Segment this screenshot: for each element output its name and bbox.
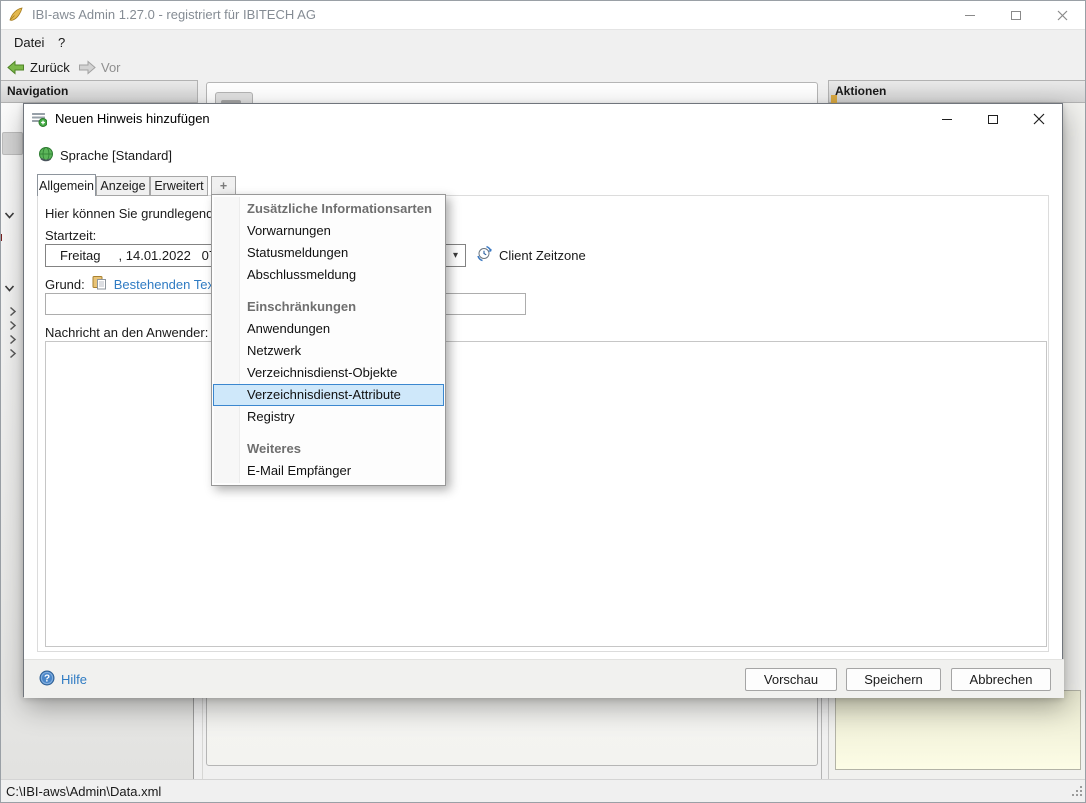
close-icon xyxy=(1057,10,1068,21)
help-icon: ? xyxy=(39,670,55,689)
back-arrow-icon xyxy=(7,60,25,75)
menu-items: Zusätzliche InformationsartenVorwarnunge… xyxy=(213,198,444,482)
forward-arrow-icon xyxy=(78,60,96,75)
menu-item-help[interactable]: ? xyxy=(58,30,65,55)
navigation-panel-header: Navigation xyxy=(0,80,198,103)
resize-grip-icon[interactable] xyxy=(1072,785,1083,800)
chevron-right-icon[interactable] xyxy=(7,347,18,362)
minimize-icon xyxy=(942,119,952,120)
add-tab-button[interactable]: + xyxy=(211,176,236,196)
message-label: Nachricht an den Anwender: xyxy=(45,325,208,340)
dialog-title: Neuen Hinweis hinzufügen xyxy=(55,104,210,134)
timezone-clock-icon xyxy=(476,245,493,265)
language-selector[interactable]: Sprache [Standard] xyxy=(38,146,172,165)
menu-group-header: Einschränkungen xyxy=(213,296,444,318)
statusbar-path: C:\IBI-aws\Admin\Data.xml xyxy=(6,780,161,803)
menu-group-header: Zusätzliche Informationsarten xyxy=(213,198,444,220)
start-time-label: Startzeit: xyxy=(45,228,96,243)
close-icon xyxy=(1033,113,1045,125)
chevron-down-icon: ▾ xyxy=(453,250,458,261)
nav-toolbar-button[interactable] xyxy=(2,132,23,155)
chevron-down-icon[interactable] xyxy=(3,282,16,298)
app-icon xyxy=(8,7,24,26)
dialog-close-button[interactable] xyxy=(1016,104,1062,134)
back-button-label: Zurück xyxy=(30,60,70,75)
timezone-label: Client Zeitzone xyxy=(499,248,586,263)
cancel-button[interactable]: Abbrechen xyxy=(951,668,1051,691)
date-dropdown-button[interactable]: ▾ xyxy=(445,245,465,266)
menu-item[interactable]: Verzeichnisdienst-Attribute xyxy=(213,384,444,406)
tab-allgemein[interactable]: Allgemein xyxy=(37,174,96,196)
statusbar: C:\IBI-aws\Admin\Data.xml xyxy=(0,779,1086,803)
dialog-window-controls xyxy=(924,104,1062,134)
menu-item[interactable]: Abschlussmeldung xyxy=(213,264,444,286)
close-button[interactable] xyxy=(1039,0,1085,30)
help-label: Hilfe xyxy=(61,672,87,687)
chevron-down-icon[interactable] xyxy=(3,209,16,225)
start-time-value: Freitag , 14.01.2022 07:09 xyxy=(46,245,234,266)
dialog-footer: ? Hilfe Vorschau Speichern Abbrechen xyxy=(24,659,1064,698)
main-titlebar[interactable]: IBI-aws Admin 1.27.0 - registriert für I… xyxy=(0,0,1086,30)
maximize-icon xyxy=(988,115,998,124)
menu-item[interactable]: Statusmeldungen xyxy=(213,242,444,264)
help-link[interactable]: ? Hilfe xyxy=(39,670,87,689)
maximize-button[interactable] xyxy=(993,0,1039,30)
main-toolbar: Zurück Vor xyxy=(0,55,1086,79)
nav-marker xyxy=(0,234,2,241)
chevron-right-icon[interactable] xyxy=(7,333,18,348)
actions-panel-header: Aktionen xyxy=(828,80,1086,103)
chevron-right-icon[interactable] xyxy=(7,305,18,320)
minimize-icon xyxy=(965,15,975,16)
menu-gap xyxy=(213,428,444,438)
tab-erweitert[interactable]: Erweitert xyxy=(150,176,208,196)
info-type-menu: Zusätzliche InformationsartenVorwarnunge… xyxy=(211,194,446,486)
dialog-minimize-button[interactable] xyxy=(924,104,970,134)
add-notice-icon xyxy=(31,111,47,130)
svg-text:?: ? xyxy=(44,674,50,685)
actions-notes-box xyxy=(835,690,1081,770)
forward-button[interactable]: Vor xyxy=(78,55,121,79)
menu-item-datei[interactable]: Datei xyxy=(14,30,44,55)
menu-item[interactable]: Verzeichnisdienst-Objekte xyxy=(213,362,444,384)
tab-intro-text: Hier können Sie grundlegende Ei xyxy=(45,206,236,221)
dialog-titlebar[interactable]: Neuen Hinweis hinzufügen xyxy=(24,104,1062,134)
actions-icon-sliver xyxy=(831,95,837,103)
main-window-controls xyxy=(947,0,1085,30)
maximize-icon xyxy=(1011,11,1021,20)
menu-item[interactable]: E-Mail Empfänger xyxy=(213,460,444,482)
menu-item[interactable]: Netzwerk xyxy=(213,340,444,362)
forward-button-label: Vor xyxy=(101,60,121,75)
menu-gap xyxy=(213,286,444,296)
client-timezone-toggle[interactable]: Client Zeitzone xyxy=(476,245,586,265)
dialog-maximize-button[interactable] xyxy=(970,104,1016,134)
menu-group-header: Weiteres xyxy=(213,438,444,460)
menu-item[interactable]: Vorwarnungen xyxy=(213,220,444,242)
paste-icon[interactable] xyxy=(92,275,107,293)
message-row: Nachricht an den Anwender: xyxy=(45,323,229,341)
tab-anzeige[interactable]: Anzeige xyxy=(96,176,150,196)
chevron-right-icon[interactable] xyxy=(7,319,18,334)
globe-icon xyxy=(38,146,54,165)
main-menubar: Datei ? xyxy=(0,30,1086,55)
preview-button[interactable]: Vorschau xyxy=(745,668,837,691)
menu-item[interactable]: Registry xyxy=(213,406,444,428)
save-button[interactable]: Speichern xyxy=(846,668,941,691)
reason-label: Grund: xyxy=(45,277,85,292)
minimize-button[interactable] xyxy=(947,0,993,30)
main-window-title: IBI-aws Admin 1.27.0 - registriert für I… xyxy=(32,0,316,30)
menu-item[interactable]: Anwendungen xyxy=(213,318,444,340)
language-label: Sprache [Standard] xyxy=(60,148,172,163)
dialog-neuen-hinweis: Neuen Hinweis hinzufügen Sprache [Standa… xyxy=(23,103,1063,697)
back-button[interactable]: Zurück xyxy=(7,55,70,79)
message-textarea[interactable] xyxy=(45,341,1047,647)
